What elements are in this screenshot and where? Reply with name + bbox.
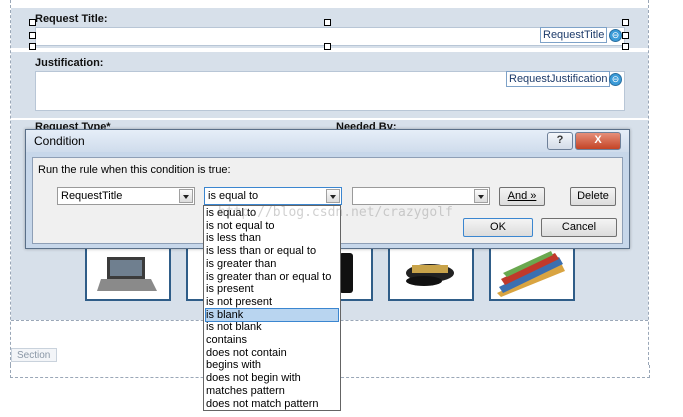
selection-handle[interactable] <box>324 43 331 50</box>
selection-handle[interactable] <box>29 43 36 50</box>
selection-handle[interactable] <box>622 43 629 50</box>
field-dropdown[interactable]: RequestTitle <box>57 187 195 205</box>
chevron-down-icon[interactable] <box>179 189 193 203</box>
operator-option[interactable]: is greater than <box>206 258 338 271</box>
cancel-button[interactable]: Cancel <box>541 218 617 237</box>
justification-control-button[interactable]: ⊖ <box>609 73 622 86</box>
section-tab[interactable]: Section <box>11 348 57 362</box>
watermark: http://blog.csdn.net/crazygolf <box>218 205 453 220</box>
operator-option[interactable]: is not blank <box>206 321 338 334</box>
selection-handle[interactable] <box>622 19 629 26</box>
cap-icon <box>406 264 454 286</box>
ok-button[interactable]: OK <box>463 218 533 237</box>
operator-dropdown-value: is equal to <box>208 190 259 202</box>
operator-option[interactable]: does not begin with <box>206 372 338 385</box>
operator-options-list[interactable]: is equal to is not equal to is less than is… <box>203 205 341 411</box>
justification-control-tag: RequestJustification <box>506 71 611 87</box>
operator-option[interactable]: is less than <box>206 232 338 245</box>
operator-option[interactable]: contains <box>206 334 338 347</box>
value-dropdown[interactable] <box>352 187 490 205</box>
books-image[interactable] <box>489 247 575 301</box>
operator-option[interactable]: is blank <box>205 307 339 323</box>
selection-handle[interactable] <box>324 19 331 26</box>
help-button[interactable]: ? <box>547 132 573 150</box>
guide-right <box>648 0 649 365</box>
operator-dropdown[interactable]: is equal to <box>204 187 342 205</box>
operator-option[interactable]: matches pattern <box>206 385 338 398</box>
selection-handle[interactable] <box>622 32 629 39</box>
field-dropdown-value: RequestTitle <box>61 190 123 202</box>
dialog-titlebar[interactable]: Condition ? X <box>26 130 629 152</box>
operator-option[interactable]: is not equal to <box>206 220 338 233</box>
chevron-down-icon[interactable] <box>326 189 340 203</box>
laptop-icon <box>97 257 157 291</box>
operator-option[interactable]: does not match pattern <box>206 398 338 411</box>
request-title-control-button[interactable]: ⊖ <box>609 29 622 42</box>
operator-option[interactable]: begins with <box>206 359 338 372</box>
books-icon <box>497 251 565 297</box>
operator-option[interactable]: is present <box>206 283 338 296</box>
request-title-control-tag: RequestTitle <box>540 27 608 43</box>
selection-handle[interactable] <box>29 19 36 26</box>
request-title-label: Request Title: <box>35 13 108 25</box>
delete-button[interactable]: Delete <box>570 187 616 206</box>
and-button[interactable]: And » <box>499 187 545 206</box>
cap-image[interactable] <box>388 247 474 301</box>
operator-option[interactable]: is not present <box>206 296 338 309</box>
instruction-text: Run the rule when this condition is true… <box>38 164 231 176</box>
dialog-title: Condition <box>34 134 85 148</box>
justification-label: Justification: <box>35 57 104 69</box>
chevron-down-icon[interactable] <box>474 189 488 203</box>
laptop-image[interactable] <box>85 247 171 301</box>
close-button[interactable]: X <box>575 132 621 150</box>
operator-option[interactable]: is less than or equal to <box>206 245 338 258</box>
operator-option[interactable]: is greater than or equal to <box>206 271 338 284</box>
selection-handle[interactable] <box>29 32 36 39</box>
operator-option[interactable]: does not contain <box>206 347 338 360</box>
